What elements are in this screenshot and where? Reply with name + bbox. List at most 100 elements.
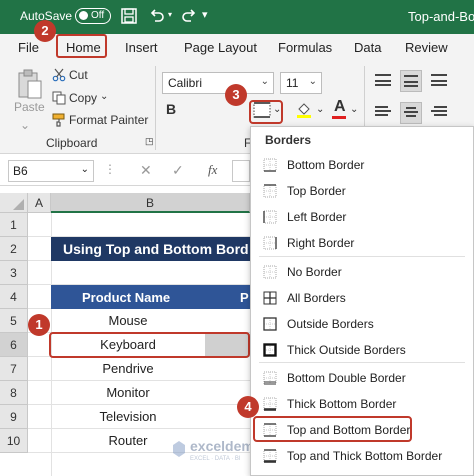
autosave-toggle[interactable]: Off: [75, 8, 111, 24]
right-border-icon: [263, 236, 277, 250]
font-color-dropdown-icon[interactable]: ⌄: [350, 104, 358, 115]
top-bottom-border-highlight: [253, 416, 412, 442]
menu-item-label: Top and Thick Bottom Border: [287, 449, 443, 463]
insert-function-icon[interactable]: fx: [208, 162, 217, 178]
row-header-8[interactable]: 8: [0, 381, 28, 405]
fill-color-dropdown-icon[interactable]: ⌄: [316, 104, 324, 115]
align-right-icon[interactable]: [428, 102, 450, 124]
align-center-icon[interactable]: [400, 102, 422, 124]
name-box-dropdown-icon[interactable]: ⌄: [81, 164, 89, 175]
menu-item-label: Left Border: [287, 210, 347, 224]
paste-icon[interactable]: [16, 68, 44, 100]
product-name-header[interactable]: Product Name: [82, 290, 170, 305]
menu-item-all-borders[interactable]: All Borders: [259, 286, 465, 310]
copy-dropdown-icon[interactable]: ⌄: [100, 91, 108, 102]
home-highlight-box: [56, 34, 107, 58]
cut-label[interactable]: Cut: [69, 68, 88, 82]
redo-icon[interactable]: [180, 7, 198, 25]
menu-item-thick-bottom-border[interactable]: Thick Bottom Border: [259, 392, 465, 416]
undo-icon[interactable]: [148, 7, 166, 25]
menu-data[interactable]: Data: [354, 40, 381, 55]
menu-item-top-and-thick-bottom-border[interactable]: Top and Thick Bottom Border: [259, 444, 465, 468]
row-header-9[interactable]: 9: [0, 405, 28, 429]
font-color-icon[interactable]: A: [334, 98, 346, 116]
bottom-double-border-icon: [263, 371, 277, 385]
select-all-corner[interactable]: [0, 193, 28, 213]
product-cell[interactable]: Pendrive: [51, 361, 205, 376]
menu-item-right-border[interactable]: Right Border: [259, 231, 465, 255]
top-and-thick-bottom-border-icon: [263, 449, 277, 463]
menu-item-bottom-border[interactable]: Bottom Border: [259, 153, 465, 177]
format-painter-label[interactable]: Format Painter: [69, 113, 148, 127]
step-badge-1: 1: [28, 314, 50, 336]
cut-icon[interactable]: [52, 68, 66, 82]
undo-dropdown-icon[interactable]: ▾: [168, 10, 172, 19]
borders-button-highlight: [249, 100, 283, 124]
row-header-1[interactable]: 1: [0, 213, 28, 237]
customize-qat-icon[interactable]: ▾: [202, 8, 208, 21]
second-column-header[interactable]: P: [240, 290, 249, 305]
toggle-knob: [79, 11, 88, 20]
menu-item-left-border[interactable]: Left Border: [259, 205, 465, 229]
font-name-dropdown-icon[interactable]: ⌄: [261, 76, 269, 87]
menu-item-thick-outside-borders[interactable]: Thick Outside Borders: [259, 338, 465, 362]
enter-icon[interactable]: ✓: [172, 162, 184, 179]
title-cell[interactable]: Using Top and Bottom Bord: [51, 237, 250, 261]
ribbon-separator: [155, 66, 156, 150]
menu-item-top-border[interactable]: Top Border: [259, 179, 465, 203]
toggle-state: Off: [91, 10, 105, 21]
formula-input[interactable]: [232, 160, 250, 182]
row-header-3[interactable]: 3: [0, 261, 28, 285]
thick-bottom-border-icon: [263, 397, 277, 411]
menu-item-no-border[interactable]: No Border: [259, 260, 465, 284]
font-size-combo[interactable]: 11 ⌄: [280, 72, 322, 94]
menu-review[interactable]: Review: [405, 40, 448, 55]
font-name-combo[interactable]: Calibri ⌄: [162, 72, 274, 94]
row-gridline: [28, 428, 250, 429]
menu-item-label: Thick Outside Borders: [287, 343, 406, 357]
row-header-7[interactable]: 7: [0, 357, 28, 381]
column-header-b[interactable]: B: [51, 193, 250, 213]
menu-item-label: Thick Bottom Border: [287, 397, 397, 411]
copy-label[interactable]: Copy: [69, 91, 97, 105]
copy-icon[interactable]: [52, 91, 66, 105]
menu-separator: [259, 256, 465, 257]
no-border-icon: [263, 265, 277, 279]
name-box[interactable]: B6 ⌄: [8, 160, 94, 182]
align-top-icon[interactable]: [372, 70, 394, 92]
menu-item-bottom-double-border[interactable]: Bottom Double Border: [259, 366, 465, 390]
format-painter-icon[interactable]: [52, 113, 66, 127]
menu-file[interactable]: File: [18, 40, 39, 55]
row-header-2[interactable]: 2: [0, 237, 28, 261]
menu-page-layout[interactable]: Page Layout: [184, 40, 257, 55]
column-header-a[interactable]: A: [28, 193, 51, 213]
clipboard-launcher-icon[interactable]: ◳: [145, 136, 154, 147]
product-cell[interactable]: Mouse: [51, 313, 205, 328]
product-cell[interactable]: Monitor: [51, 385, 205, 400]
all-borders-icon: [263, 291, 277, 305]
font-size-dropdown-icon[interactable]: ⌄: [309, 76, 317, 87]
fill-color-icon[interactable]: [295, 100, 313, 118]
row-header-10[interactable]: 10: [0, 429, 28, 453]
menu-insert[interactable]: Insert: [125, 40, 158, 55]
menu-formulas[interactable]: Formulas: [278, 40, 332, 55]
row-header-6[interactable]: 6: [0, 333, 28, 357]
title-text: Using Top and Bottom Bord: [63, 241, 249, 257]
thick-outside-borders-icon: [263, 343, 277, 357]
outside-borders-icon: [263, 317, 277, 331]
align-bottom-icon[interactable]: [428, 70, 450, 92]
row-header-4[interactable]: 4: [0, 285, 28, 309]
align-left-icon[interactable]: [372, 102, 394, 124]
bold-icon[interactable]: B: [166, 101, 176, 117]
save-icon[interactable]: [120, 7, 138, 25]
menu-item-outside-borders[interactable]: Outside Borders: [259, 312, 465, 336]
font-color-swatch: [332, 116, 346, 119]
align-middle-icon[interactable]: [400, 70, 422, 92]
paste-label[interactable]: Paste: [14, 100, 45, 114]
cancel-icon[interactable]: ✕: [140, 162, 152, 179]
menu-item-label: No Border: [287, 265, 342, 279]
row-header-5[interactable]: 5: [0, 309, 28, 333]
watermark-tagline: EXCEL · DATA · BI: [190, 456, 241, 462]
product-cell[interactable]: Television: [51, 409, 205, 424]
paste-dropdown-icon[interactable]: ⌄: [20, 118, 30, 132]
